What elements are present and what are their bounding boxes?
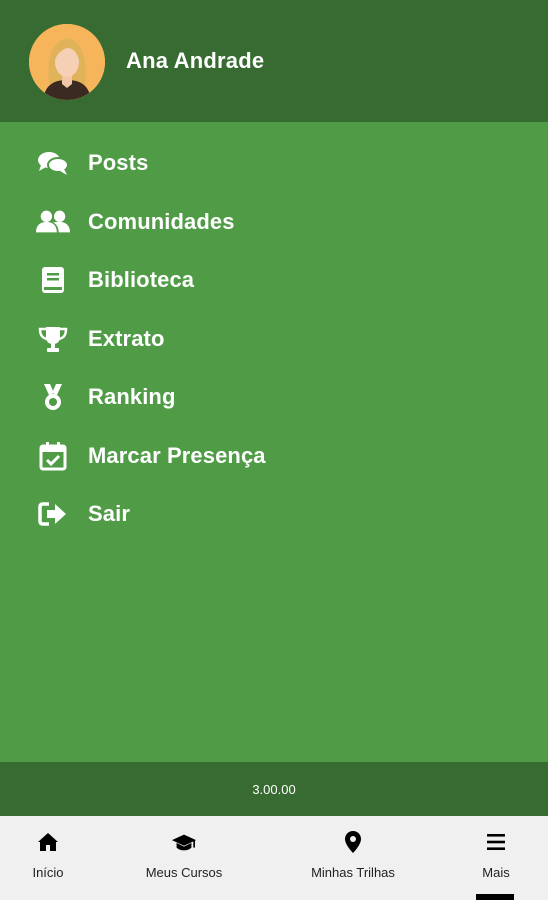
medal-icon bbox=[36, 382, 70, 412]
home-icon bbox=[35, 830, 61, 854]
nav-item-mais[interactable]: Mais bbox=[446, 816, 546, 900]
menu-item-comunidades[interactable]: Comunidades bbox=[0, 193, 548, 252]
nav-item-label: Início bbox=[32, 865, 64, 880]
menu-item-extrato[interactable]: Extrato bbox=[0, 310, 548, 369]
menu-item-label: Extrato bbox=[88, 325, 165, 351]
menu-item-posts[interactable]: Posts bbox=[0, 134, 548, 193]
drawer-menu: Posts Comunidades Biblioteca Extrato Ran… bbox=[0, 134, 548, 544]
menu-item-label: Marcar Presença bbox=[88, 442, 266, 468]
nav-item-meus-cursos[interactable]: Meus Cursos bbox=[120, 816, 248, 900]
user-name: Ana Andrade bbox=[126, 48, 265, 73]
menu-item-ranking[interactable]: Ranking bbox=[0, 368, 548, 427]
bottom-navigation: Início Meus Cursos Minhas Trilhas Mais bbox=[0, 816, 548, 900]
calendar-check-icon bbox=[36, 441, 70, 471]
menu-item-label: Biblioteca bbox=[88, 267, 195, 293]
nav-item-label: Mais bbox=[482, 865, 510, 880]
drawer-header: Ana Andrade bbox=[0, 0, 548, 122]
version-bar: 3.00.00 bbox=[0, 762, 548, 816]
map-marker-icon bbox=[340, 830, 366, 854]
nav-item-inicio[interactable]: Início bbox=[0, 816, 96, 900]
nav-item-minhas-trilhas[interactable]: Minhas Trilhas bbox=[290, 816, 416, 900]
user-avatar[interactable] bbox=[29, 24, 105, 100]
sign-out-icon bbox=[36, 499, 70, 529]
book-icon bbox=[36, 265, 70, 295]
menu-item-label: Ranking bbox=[88, 384, 176, 410]
menu-item-marcar-presenca[interactable]: Marcar Presença bbox=[0, 427, 548, 486]
menu-item-label: Comunidades bbox=[88, 208, 235, 234]
menu-item-label: Sair bbox=[88, 501, 130, 527]
graduation-cap-icon bbox=[171, 830, 197, 854]
nav-item-label: Minhas Trilhas bbox=[311, 865, 395, 880]
nav-item-label: Meus Cursos bbox=[145, 865, 223, 880]
menu-item-biblioteca[interactable]: Biblioteca bbox=[0, 251, 548, 310]
menu-icon bbox=[483, 830, 509, 854]
avatar-illustration bbox=[29, 24, 105, 100]
menu-item-sair[interactable]: Sair bbox=[0, 485, 548, 544]
active-tab-indicator bbox=[476, 894, 514, 900]
app-version: 3.00.00 bbox=[252, 781, 296, 797]
comments-icon bbox=[36, 148, 70, 178]
trophy-icon bbox=[36, 324, 70, 354]
menu-item-label: Posts bbox=[88, 150, 149, 176]
users-icon bbox=[36, 207, 70, 237]
